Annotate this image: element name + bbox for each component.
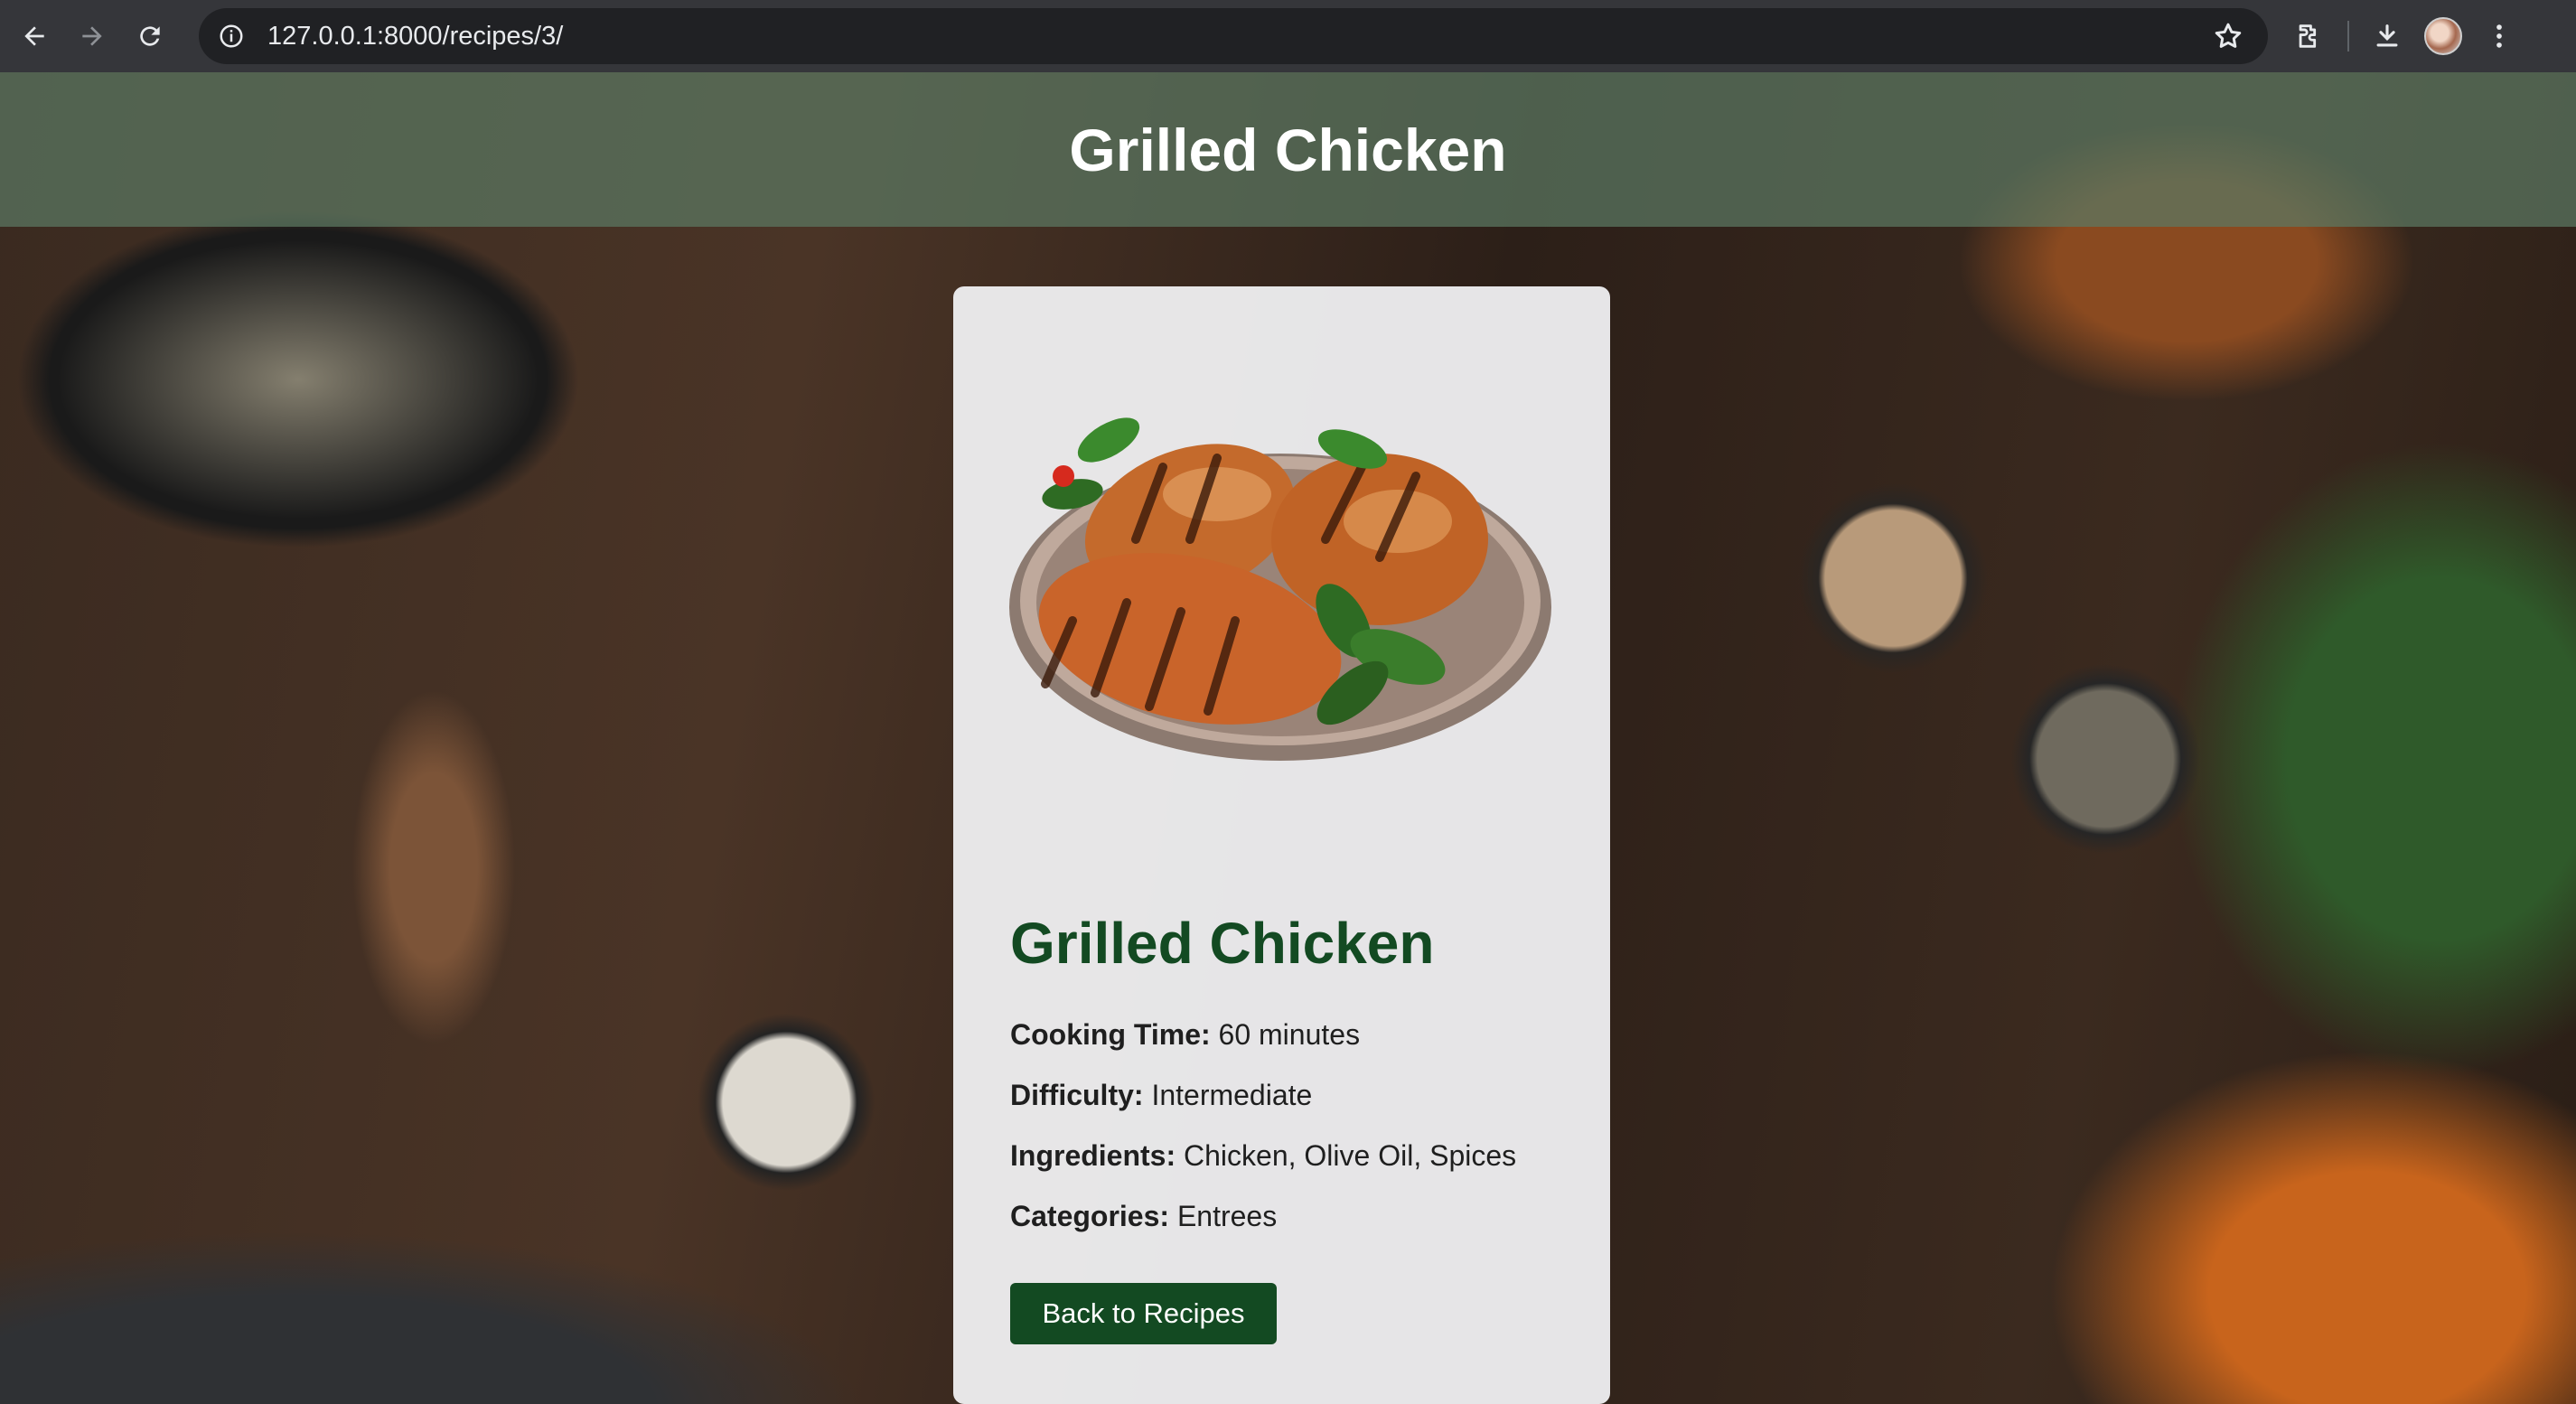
site-header: Grilled Chicken xyxy=(0,72,2576,227)
browser-toolbar: 127.0.0.1:8000/recipes/3/ xyxy=(0,0,2576,72)
recipe-title: Grilled Chicken xyxy=(1010,911,1435,976)
back-to-recipes-button[interactable]: Back to Recipes xyxy=(1010,1283,1277,1344)
url-text[interactable]: 127.0.0.1:8000/recipes/3/ xyxy=(267,22,563,51)
toolbar-divider xyxy=(2347,21,2349,51)
cooking-time-detail: Cooking Time: 60 minutes xyxy=(1010,1018,1360,1052)
recipe-card: Grilled Chicken Cooking Time: 60 minutes… xyxy=(953,286,1610,1404)
difficulty-detail: Difficulty: Intermediate xyxy=(1010,1079,1312,1112)
categories-detail: Categories: Entrees xyxy=(1010,1200,1277,1233)
detail-value: Intermediate xyxy=(1151,1079,1313,1111)
detail-value: Entrees xyxy=(1176,1200,1278,1232)
detail-label: Cooking Time: xyxy=(1010,1018,1211,1051)
detail-value: 60 minutes xyxy=(1218,1018,1361,1051)
recipe-image xyxy=(1009,386,1551,765)
detail-value: Chicken, Olive Oil, Spices xyxy=(1184,1139,1517,1172)
detail-label: Categories: xyxy=(1010,1200,1170,1232)
back-arrow-icon[interactable] xyxy=(11,13,58,60)
extensions-icon[interactable] xyxy=(2286,13,2333,60)
page-title: Grilled Chicken xyxy=(1069,116,1507,183)
detail-label: Ingredients: xyxy=(1010,1139,1176,1172)
ingredients-detail: Ingredients: Chicken, Olive Oil, Spices xyxy=(1010,1139,1516,1173)
star-icon[interactable] xyxy=(2212,20,2244,52)
site-info-icon[interactable] xyxy=(215,20,248,52)
menu-dots-icon[interactable] xyxy=(2476,13,2523,60)
forward-arrow-icon[interactable] xyxy=(69,13,116,60)
reload-icon[interactable] xyxy=(126,13,173,60)
detail-label: Difficulty: xyxy=(1010,1079,1144,1111)
address-bar[interactable]: 127.0.0.1:8000/recipes/3/ xyxy=(199,8,2268,64)
download-icon[interactable] xyxy=(2364,13,2411,60)
profile-avatar[interactable] xyxy=(2420,13,2467,60)
